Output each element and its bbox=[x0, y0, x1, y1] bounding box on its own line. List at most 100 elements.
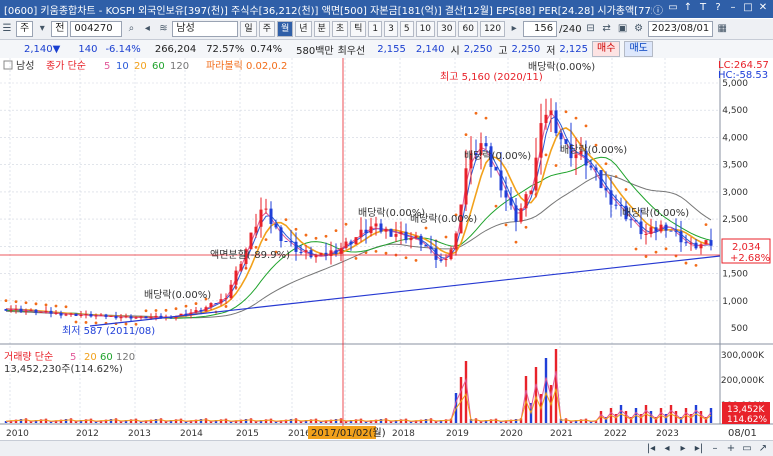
period-day[interactable]: 일 bbox=[240, 21, 257, 37]
volume-badge-pct: 114.62% bbox=[727, 415, 767, 425]
up-icon[interactable]: ↑ bbox=[682, 2, 694, 17]
candle-body bbox=[44, 310, 48, 312]
sell-button[interactable]: 매도 bbox=[624, 41, 653, 57]
candle-body bbox=[494, 166, 498, 171]
ruler-icon[interactable]: ⊟ bbox=[584, 22, 598, 36]
interval-60[interactable]: 60 bbox=[458, 21, 478, 37]
last-icon[interactable]: ▸| bbox=[693, 443, 705, 454]
arrow-icon[interactable]: ⇄ bbox=[600, 22, 614, 36]
interval-5[interactable]: 5 bbox=[399, 21, 414, 37]
candle-body bbox=[629, 219, 633, 221]
candle-body bbox=[419, 235, 423, 245]
last-date: 08/01 bbox=[728, 428, 757, 439]
first-icon[interactable]: |◂ bbox=[645, 443, 657, 454]
volume-bar bbox=[199, 419, 203, 423]
high-label: 고 bbox=[498, 45, 508, 57]
minimize-icon[interactable]: – bbox=[727, 2, 739, 17]
sar-dot bbox=[164, 308, 168, 312]
sar-dot bbox=[704, 223, 708, 226]
buy-button[interactable]: 매수 bbox=[592, 41, 621, 57]
period-tick[interactable]: 틱 bbox=[350, 21, 367, 37]
restore-icon[interactable]: ▭ bbox=[667, 2, 679, 17]
market-select[interactable]: 주 bbox=[16, 21, 34, 37]
candle-body bbox=[654, 227, 658, 232]
interval-3[interactable]: 3 bbox=[384, 21, 398, 37]
gear-icon[interactable]: ⚙ bbox=[632, 22, 646, 36]
help-icon[interactable]: ? bbox=[712, 2, 724, 17]
candle-body bbox=[284, 241, 288, 243]
sar-dot bbox=[64, 305, 68, 309]
sar-dot bbox=[554, 164, 558, 167]
candle-body bbox=[464, 168, 468, 205]
candle-body bbox=[364, 229, 368, 234]
volume-bar bbox=[584, 418, 588, 423]
zoom-out-icon[interactable]: – bbox=[709, 443, 721, 454]
candle-body bbox=[299, 251, 303, 253]
candle-body bbox=[264, 208, 268, 210]
sar-dot bbox=[94, 321, 98, 325]
legend-ma10: 10 bbox=[116, 61, 129, 72]
count-input[interactable]: 156 bbox=[523, 21, 558, 37]
info-icon[interactable]: ⓘ bbox=[652, 2, 664, 17]
period-week[interactable]: 주 bbox=[258, 21, 275, 37]
volume-bar bbox=[334, 419, 338, 423]
menu-icon[interactable]: ☰ bbox=[0, 22, 14, 36]
candle-body bbox=[349, 241, 353, 245]
interval-1[interactable]: 1 bbox=[368, 21, 383, 37]
expand-icon[interactable]: ↗ bbox=[757, 443, 769, 454]
candle-body bbox=[389, 228, 393, 237]
volume-bar bbox=[69, 418, 73, 423]
sar-dot bbox=[494, 204, 498, 208]
chevron-down-icon[interactable]: ▾ bbox=[35, 22, 49, 36]
interval-10[interactable]: 10 bbox=[415, 21, 436, 37]
candle-body bbox=[114, 315, 118, 319]
candle-body bbox=[29, 309, 33, 311]
text-icon[interactable]: T bbox=[697, 2, 709, 17]
split-label: 액면분할(-89.9%) bbox=[210, 249, 290, 261]
sar-dot bbox=[374, 249, 378, 253]
period-year[interactable]: 년 bbox=[295, 21, 312, 37]
volume-bar bbox=[19, 419, 23, 423]
candle-body bbox=[194, 310, 198, 313]
x-tick-label: 2010 bbox=[6, 429, 29, 439]
period-second[interactable]: 초 bbox=[331, 21, 349, 37]
stock-name[interactable]: 남성 bbox=[172, 21, 239, 37]
calendar-icon[interactable]: ▦ bbox=[715, 22, 729, 36]
trend-icon[interactable]: ≋ bbox=[156, 22, 170, 36]
search-icon[interactable]: ⌕ bbox=[124, 22, 138, 36]
fit-icon[interactable]: ▭ bbox=[741, 443, 753, 454]
volume-badge-value: 13,452K bbox=[727, 405, 765, 415]
low-annotation: 최저 587 (2011/08) bbox=[62, 325, 155, 337]
candle-body bbox=[254, 226, 258, 233]
zoom-in-icon[interactable]: + bbox=[725, 443, 737, 454]
chart-area[interactable]: 남성 종가 단순 5 10 20 60 120 파라볼릭 0.02,0.2 거래… bbox=[0, 58, 773, 440]
sar-dot bbox=[464, 133, 468, 137]
period-minute[interactable]: 분 bbox=[313, 21, 330, 37]
scope-select[interactable]: 전 bbox=[51, 21, 69, 37]
price-tick-label: 1,000 bbox=[722, 297, 748, 307]
x-tick-label: 2022 bbox=[604, 429, 627, 439]
code-input[interactable]: 004270 bbox=[70, 21, 123, 37]
price-tick-label: 3,000 bbox=[722, 188, 748, 198]
candle-body bbox=[609, 190, 613, 205]
sar-dot bbox=[354, 257, 358, 260]
volume-bar bbox=[244, 419, 248, 423]
interval-120[interactable]: 120 bbox=[479, 21, 506, 37]
candle-body bbox=[414, 235, 418, 238]
candle-body bbox=[404, 231, 408, 241]
date-input[interactable]: 2023/08/01 bbox=[647, 21, 714, 37]
maximize-icon[interactable]: □ bbox=[742, 2, 754, 17]
scroll-icon[interactable]: ▸ bbox=[507, 22, 521, 36]
sar-dot bbox=[584, 124, 588, 128]
price-tick-label: 4,500 bbox=[722, 106, 748, 116]
save-icon[interactable]: ▣ bbox=[616, 22, 630, 36]
sound-icon[interactable]: ◂ bbox=[140, 22, 154, 36]
sar-dot bbox=[154, 309, 158, 312]
prev-icon[interactable]: ◂ bbox=[661, 443, 673, 454]
volume-bar bbox=[114, 418, 118, 423]
interval-30[interactable]: 30 bbox=[437, 21, 457, 37]
period-month[interactable]: 월 bbox=[276, 21, 294, 37]
next-icon[interactable]: ▸ bbox=[677, 443, 689, 454]
legend-ma5: 5 bbox=[104, 61, 110, 72]
close-icon[interactable]: ✕ bbox=[757, 2, 769, 17]
